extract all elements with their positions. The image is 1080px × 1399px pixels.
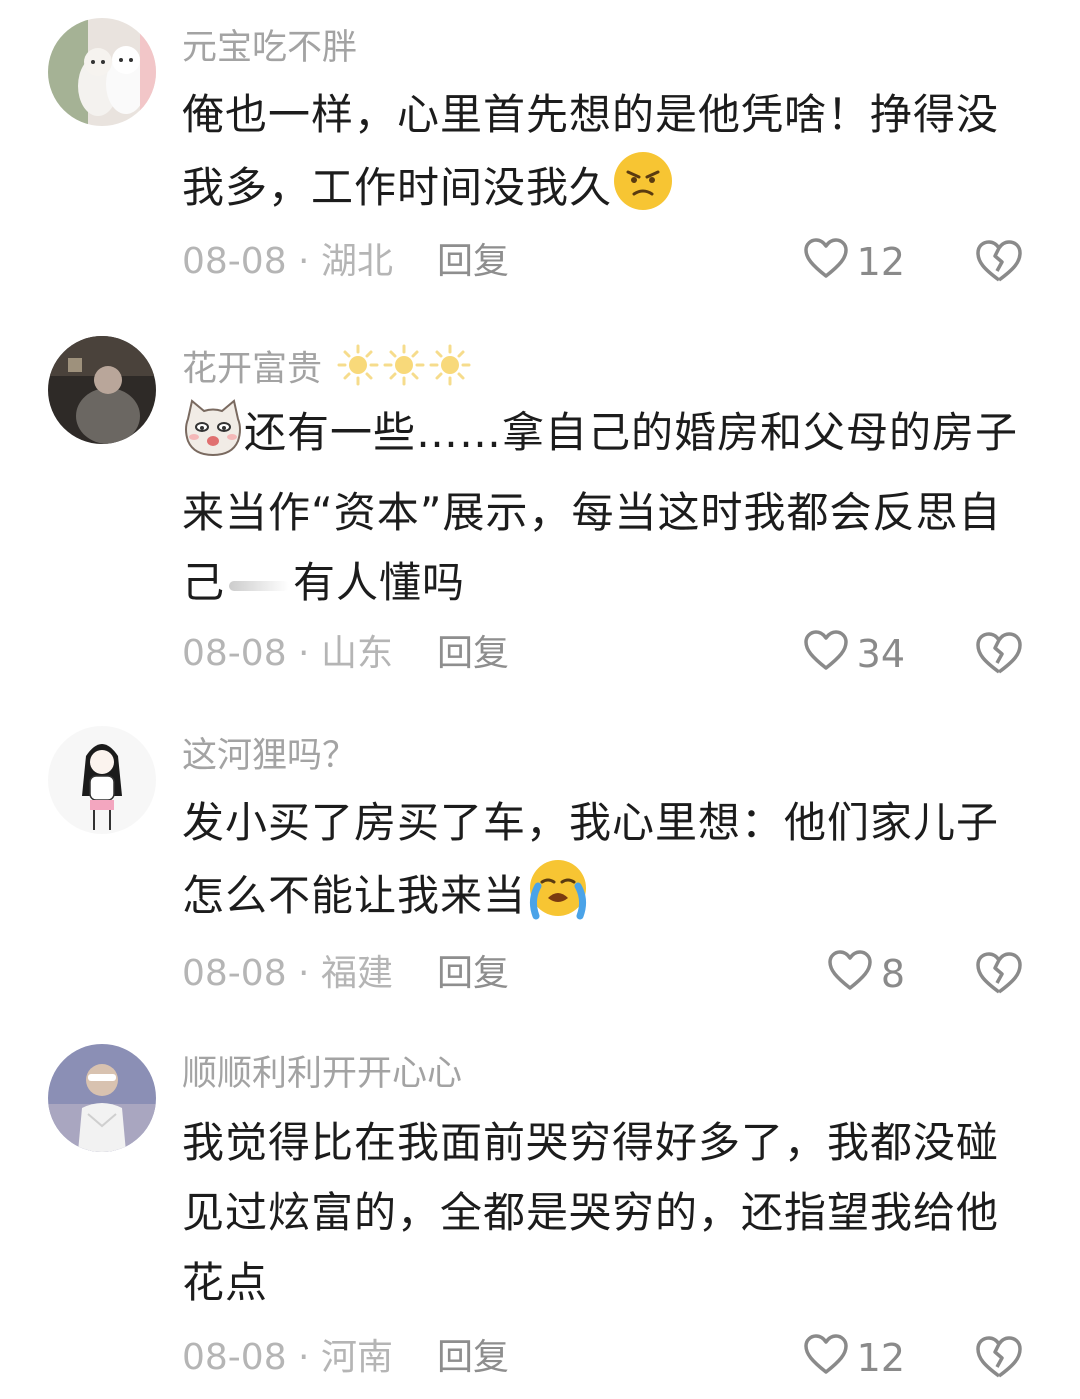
username-text: 花开富贵 [182,349,323,390]
sun-icon [337,344,379,397]
blur-smudge [229,580,290,591]
reply-button[interactable]: 回复 [437,240,509,284]
comment-text-content: 发小买了房买了车，我心里想：他们家儿子怎么不能让我来当 [182,798,1000,920]
username[interactable]: 花开富贵 [182,344,471,397]
crying-face-emoji-icon [526,858,590,941]
date-location: 08-08 · 河南 [182,1337,393,1378]
comment-text-content: 我觉得比在我面前哭穷得好多了，我都没碰见过炫富的，全都是哭穷的，还指望我给他花点 [182,1118,1000,1307]
dislike-button[interactable] [974,950,1024,1000]
heart-icon [803,237,849,288]
avatar[interactable] [48,726,156,834]
reply-button[interactable]: 回复 [437,632,509,676]
like-count: 12 [856,1336,905,1380]
like-button[interactable]: 8 [827,949,905,999]
comment-text: 我觉得比在我面前哭穷得好多了，我都没碰见过炫富的，全都是哭穷的，还指望我给他花点 [182,1108,1032,1318]
username[interactable]: 这河狸吗？ [182,734,357,778]
date-location: 08-08 · 山东 [182,633,393,674]
reply-button[interactable]: 回复 [437,952,509,996]
comment-meta: 08-08 · 福建 回复 [182,952,509,996]
like-button[interactable]: 12 [803,237,905,287]
date-location: 08-08 · 湖北 [182,241,393,282]
avatar[interactable] [48,18,156,126]
cat-face-emoji-icon [182,399,244,478]
angry-face-emoji-icon [612,150,674,233]
broken-heart-icon [974,952,1024,1000]
avatar[interactable] [48,336,156,444]
like-button[interactable]: 12 [803,1333,905,1383]
like-count: 34 [856,632,905,676]
reply-button[interactable]: 回复 [437,1336,509,1380]
heart-icon [803,629,849,680]
comment-text: 发小买了房买了车，我心里想：他们家儿子怎么不能让我来当 [182,788,1032,941]
heart-icon [803,1333,849,1384]
comment-text: 还有一些……拿自己的婚房和父母的房子来当作“资本”展示，每当这时我都会反思自己有… [182,398,1032,618]
comment-meta: 08-08 · 山东 回复 [182,632,509,676]
broken-heart-icon [974,632,1024,680]
like-count: 12 [856,240,905,284]
broken-heart-icon [974,240,1024,288]
dislike-button[interactable] [974,630,1024,680]
broken-heart-icon [974,1336,1024,1384]
date-location: 08-08 · 福建 [182,953,393,994]
sun-icon [383,344,425,397]
avatar[interactable] [48,1044,156,1152]
dislike-button[interactable] [974,238,1024,288]
comment-text: 俺也一样，心里首先想的是他凭啥！挣得没我多，工作时间没我久 [182,80,1032,233]
comment-text-content: 俺也一样，心里首先想的是他凭啥！挣得没我多，工作时间没我久 [182,90,1000,212]
heart-icon [827,949,873,1000]
comment-text-content: 有人懂吗 [293,558,466,607]
dislike-button[interactable] [974,1334,1024,1384]
like-count: 8 [880,952,905,996]
username[interactable]: 元宝吃不胖 [182,26,357,70]
comment-meta: 08-08 · 湖北 回复 [182,240,509,284]
like-button[interactable]: 34 [803,629,905,679]
username[interactable]: 顺顺利利开开心心 [182,1052,462,1096]
sun-icon [429,344,471,397]
comment-meta: 08-08 · 河南 回复 [182,1336,509,1380]
